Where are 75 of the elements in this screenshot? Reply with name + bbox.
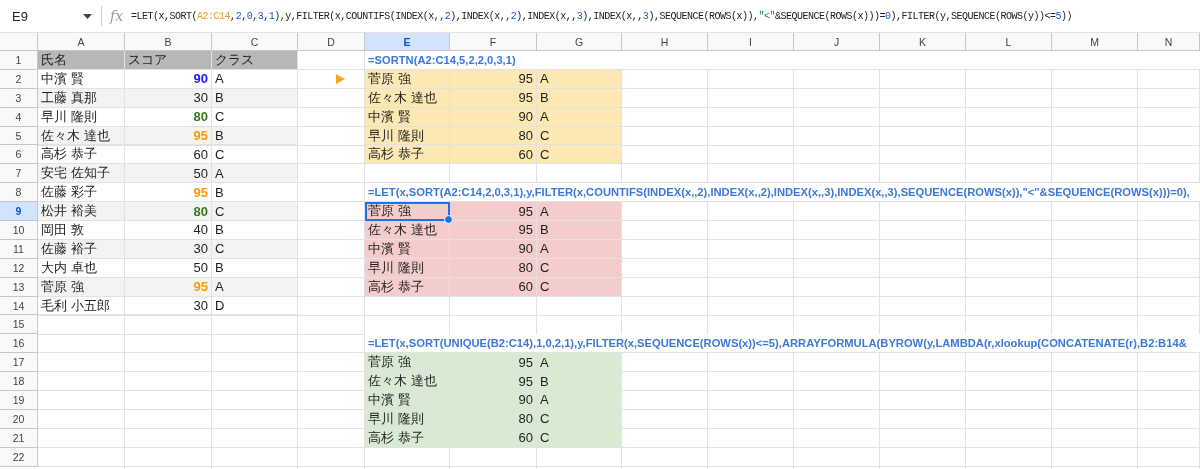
table-cell: 高杉 恭子 <box>365 145 450 165</box>
table-cell: A <box>212 164 298 184</box>
table-cell: B <box>212 258 298 278</box>
column-header[interactable]: A <box>38 33 125 51</box>
row-header[interactable]: 7 <box>0 164 38 184</box>
column-header[interactable]: C <box>212 33 298 51</box>
table-cell: 早川 隆則 <box>38 107 125 127</box>
table-cell: 毛利 小五郎 <box>38 296 125 316</box>
row-header[interactable]: 18 <box>0 372 38 392</box>
column-header[interactable]: L <box>966 33 1052 51</box>
row-header[interactable]: 16 <box>0 334 38 354</box>
table-cell: 95 <box>450 372 537 392</box>
formula-text: =LET(x,SORT(A2:C14,2,0,3,1),y,FILTER(x,COUNTIFS(INDEX(x,,2),INDEX(x,,2),INDEX(x,,3),INDEX(x,,3),SEQUENCE(ROWS(x)),"<"&SEQUENCE(ROWS(x)))=0), <box>365 183 1200 203</box>
table-cell: 安宅 佐知子 <box>38 164 125 184</box>
column-header[interactable]: K <box>880 33 966 51</box>
table-cell: A <box>537 391 622 410</box>
table-cell: A <box>537 202 622 221</box>
row-header[interactable]: 17 <box>0 353 38 373</box>
caret-icon <box>83 13 92 19</box>
column-header[interactable]: H <box>622 33 708 51</box>
table-cell: C <box>212 107 298 127</box>
table-cell: 50 <box>125 258 212 278</box>
row-header[interactable]: 15 <box>0 315 38 335</box>
table-cell: 佐々木 達也 <box>365 221 450 240</box>
table-cell: B <box>537 221 622 240</box>
row-header[interactable]: 9 <box>0 202 38 221</box>
table-cell: スコア <box>125 51 212 70</box>
table-cell: 90 <box>450 391 537 410</box>
column-header[interactable]: E <box>365 33 450 51</box>
row-header[interactable]: 8 <box>0 183 38 203</box>
row-header[interactable]: 10 <box>0 221 38 240</box>
name-box[interactable]: E9 <box>0 8 92 24</box>
table-cell: D <box>212 296 298 316</box>
table-cell: 30 <box>125 296 212 316</box>
table-cell: 中濱 賢 <box>365 391 450 410</box>
table-cell: 50 <box>125 164 212 184</box>
row-header[interactable]: 19 <box>0 391 38 410</box>
table-cell: 40 <box>125 221 212 240</box>
table-cell: クラス <box>212 51 298 70</box>
function-label: fx <box>110 8 124 24</box>
column-header[interactable]: D <box>298 33 365 51</box>
table-cell: 氏名 <box>38 51 125 70</box>
row-header[interactable]: 1 <box>0 51 38 70</box>
table-cell: B <box>537 372 622 392</box>
table-cell: 80 <box>125 202 212 221</box>
column-header[interactable]: J <box>794 33 880 51</box>
table-cell: 岡田 敦 <box>38 221 125 240</box>
column-header[interactable]: F <box>450 33 537 51</box>
table-cell: 95 <box>450 202 537 221</box>
table-cell: A <box>537 353 622 373</box>
table-cell: 60 <box>450 145 537 165</box>
table-cell: 松井 裕美 <box>38 202 125 221</box>
table-cell: C <box>212 202 298 221</box>
triangle-icon <box>336 74 345 85</box>
table-cell: 95 <box>450 221 537 240</box>
column-header[interactable]: G <box>537 33 622 51</box>
column-header[interactable]: M <box>1052 33 1138 51</box>
table-cell: C <box>537 145 622 165</box>
table-cell[interactable]: 菅原 強 <box>365 202 450 221</box>
formula-text: =LET(x,SORT(UNIQUE(B2:C14),1,0,2,1),y,FILTER(x,SEQUENCE(ROWS(x))<=5),ARRAYFORMULA(BYROW(y,LAMBDA(r,xlookup(CONCATENATE(r),B2:B14& <box>365 334 1200 354</box>
row-header[interactable]: 6 <box>0 145 38 165</box>
formula-text: =SORTN(A2:C14,5,2,2,0,3,1) <box>365 51 1200 70</box>
table-cell: 95 <box>450 353 537 373</box>
column-header[interactable]: N <box>1138 33 1200 51</box>
column-header[interactable]: I <box>708 33 794 51</box>
table-cell: 大内 卓也 <box>38 258 125 278</box>
column-header[interactable]: B <box>125 33 212 51</box>
table-cell: 佐々木 達也 <box>365 372 450 392</box>
table-cell: 菅原 強 <box>365 353 450 373</box>
table-cell: 80 <box>125 107 212 127</box>
table-cell: 90 <box>125 69 212 89</box>
table-cell: B <box>212 221 298 240</box>
formula-field[interactable]: =LET(x,SORT(A2:C14,2,0,3,1),y,FILTER(x,COUNTIFS(INDEX(x,,2),INDEX(x,,2),INDEX(x,,3),INDEX(x,,3),SEQUENCE(ROWS(x)),"<"&SEQUENCE(ROWS(x)))=0),FILTER(y,SEQUENCE(ROWS(y))<=5)) <box>131 10 1073 22</box>
table-cell: 中濱 賢 <box>38 69 125 89</box>
table-cell: A <box>212 69 298 89</box>
